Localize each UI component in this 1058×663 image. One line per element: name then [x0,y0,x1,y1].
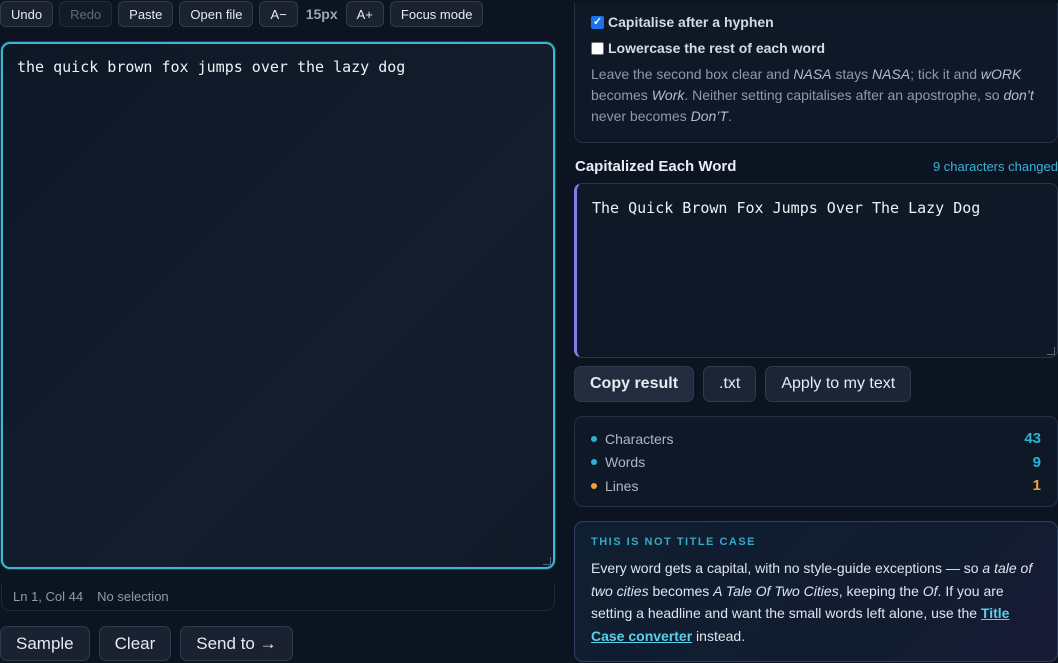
lowercase-label: Lowercase the rest of each word [608,40,826,56]
result-actions: Copy result .txt Apply to my text [574,366,912,402]
result-content: The Quick Brown Fox Jumps Over The Lazy … [592,199,981,217]
bullet-icon [591,459,597,466]
stat-value: 43 [1024,430,1041,448]
stat-characters: Characters 43 [591,427,1041,451]
stat-label: Characters [605,430,674,447]
editor-statusbar: Ln 1, Col 44 No selection [1,583,555,611]
stat-lines: Lines 1 [591,474,1041,498]
send-to-button[interactable]: Send to → [180,626,293,661]
editor-content[interactable]: the quick brown fox jumps over the lazy … [17,58,405,76]
info-kicker: THIS IS NOT TITLE CASE [591,536,757,548]
bullet-icon [591,435,597,442]
options-note: Leave the second box clear and NASA stay… [591,66,1034,124]
font-size-readout: 15px [305,6,338,22]
download-txt-button[interactable]: .txt [703,366,757,402]
hyphen-label: Capitalise after a hyphen [608,14,774,30]
changes-count: 9 characters changed [932,158,1058,174]
resize-handle[interactable] [543,557,551,565]
result-header: Capitalized Each Word 9 characters chang… [575,157,1058,175]
stat-label: Words [605,454,646,471]
focus-mode-button[interactable]: Focus mode [389,1,484,27]
lowercase-checkbox[interactable] [591,41,604,55]
stat-label: Lines [605,477,639,494]
result-resize-handle[interactable] [1047,347,1055,355]
hyphen-checkbox[interactable]: ✓ [591,15,604,29]
font-increase-button[interactable]: A+ [345,1,384,27]
result-output[interactable]: The Quick Brown Fox Jumps Over The Lazy … [574,183,1058,358]
cursor-position: Ln 1, Col 44 [13,589,84,604]
paste-button[interactable]: Paste [118,1,174,27]
sample-button[interactable]: Sample [0,626,90,661]
clear-button[interactable]: Clear [98,626,172,661]
options-panel: ✓ Capitalise after a hyphen Lowercase th… [574,3,1058,143]
text-editor[interactable]: the quick brown fox jumps over the lazy … [1,42,555,569]
info-body: Every word gets a capital, with no style… [591,560,1033,644]
apply-to-text-button[interactable]: Apply to my text [765,366,912,402]
stat-words: Words 9 [591,451,1041,475]
editor-actions: Sample Clear Send to → [0,626,293,661]
info-card: THIS IS NOT TITLE CASE Every word gets a… [574,521,1058,662]
copy-result-button[interactable]: Copy result [574,366,695,402]
open-file-button[interactable]: Open file [179,1,254,27]
selection-status: No selection [97,589,169,604]
undo-button[interactable]: Undo [0,1,54,27]
option-hyphen[interactable]: ✓ Capitalise after a hyphen [591,11,1041,33]
redo-button[interactable]: Redo [59,1,113,27]
stat-value: 9 [1032,453,1041,471]
bullet-icon [591,482,597,489]
result-title: Capitalized Each Word [575,157,737,175]
stat-value: 1 [1032,477,1041,495]
editor-toolbar: Undo Redo Paste Open file A− 15px A+ Foc… [0,1,484,27]
option-lowercase[interactable]: Lowercase the rest of each word [591,37,1041,59]
stats-panel: Characters 43 Words 9 Lines 1 [574,416,1058,507]
font-decrease-button[interactable]: A− [259,1,298,27]
